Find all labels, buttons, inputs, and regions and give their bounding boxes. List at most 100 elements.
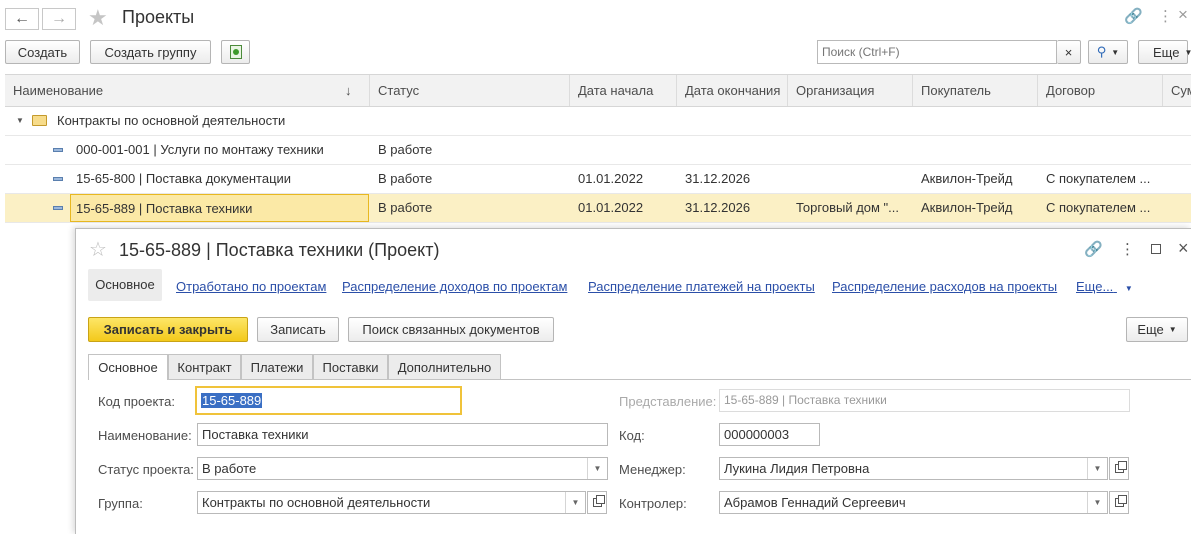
nav-main[interactable]: Основное xyxy=(88,269,162,301)
create-button[interactable]: Создать xyxy=(5,40,80,64)
controller-select[interactable]: Абрамов Геннадий Сергеевич ▼ xyxy=(719,491,1108,514)
tab-contract[interactable]: Контракт xyxy=(168,354,241,380)
row-start-date: 01.01.2022 xyxy=(578,200,644,215)
row-name: 000-001-001 | Услуги по монтажу техники xyxy=(76,142,324,157)
row-contract: С покупателем ... xyxy=(1046,200,1151,215)
page-title: Проекты xyxy=(122,7,195,27)
form-more-button[interactable]: Еще ▼ xyxy=(1126,317,1188,342)
more-button[interactable]: Еще ▼ xyxy=(1138,40,1191,64)
tab-deliveries[interactable]: Поставки xyxy=(313,354,388,380)
back-button[interactable]: ← xyxy=(5,8,39,30)
search-input[interactable] xyxy=(817,40,1057,64)
open-window-icon xyxy=(1114,495,1127,507)
chevron-down-icon[interactable]: ▼ xyxy=(587,458,607,479)
project-status-label: Статус проекта: xyxy=(98,462,194,477)
row-start-date: 01.01.2022 xyxy=(578,171,644,186)
nav-more[interactable]: Еще... ▼ xyxy=(1076,279,1133,294)
row-end-date: 31.12.2026 xyxy=(685,171,751,186)
search-related-docs-button[interactable]: Поиск связанных документов xyxy=(348,317,554,342)
chevron-down-icon[interactable]: ▼ xyxy=(1087,492,1107,513)
manager-open-button[interactable] xyxy=(1109,457,1129,480)
chevron-down-icon[interactable]: ▼ xyxy=(1087,458,1107,479)
table-header: Наименование ↓ Статус Дата начала Дата о… xyxy=(5,74,1191,107)
kebab-menu-icon[interactable]: ⋮ xyxy=(1120,240,1135,258)
column-header-start-date[interactable]: Дата начала xyxy=(570,75,677,106)
save-and-close-button[interactable]: Записать и закрыть xyxy=(88,317,248,342)
name-field[interactable]: Поставка техники xyxy=(197,423,608,446)
arrow-right-icon: → xyxy=(51,10,67,27)
project-status-select[interactable]: В работе ▼ xyxy=(197,457,608,480)
nav-link-expenses[interactable]: Распределение расходов на проекты xyxy=(832,279,1057,294)
row-contract: С покупателем ... xyxy=(1046,171,1151,186)
table-row[interactable]: 15-65-800 | Поставка документации В рабо… xyxy=(5,165,1191,194)
controller-open-button[interactable] xyxy=(1109,491,1129,514)
column-header-end-date[interactable]: Дата окончания xyxy=(677,75,788,106)
search-button[interactable]: ⚲ ▼ xyxy=(1088,40,1128,64)
project-code-field[interactable]: 15-65-889 xyxy=(195,386,462,415)
nav-link-payments[interactable]: Распределение платежей на проекты xyxy=(588,279,815,294)
column-header-contract[interactable]: Договор xyxy=(1038,75,1163,106)
kebab-menu-icon[interactable]: ⋮ xyxy=(1158,7,1173,25)
project-code-label: Код проекта: xyxy=(98,394,175,409)
open-window-icon xyxy=(592,495,605,507)
item-icon xyxy=(53,148,63,152)
name-label: Наименование: xyxy=(98,428,192,443)
project-form-window: ☆ 15-65-889 | Поставка техники (Проект) … xyxy=(75,228,1191,534)
favorite-star-icon[interactable]: ★ xyxy=(88,5,108,31)
column-header-status[interactable]: Статус xyxy=(370,75,570,106)
forward-button[interactable]: → xyxy=(42,8,76,30)
tab-additional[interactable]: Дополнительно xyxy=(388,354,501,380)
close-icon[interactable]: × xyxy=(1178,238,1189,259)
triangle-down-icon[interactable]: ▼ xyxy=(16,116,24,125)
row-buyer: Аквилон-Трейд xyxy=(921,200,1013,215)
row-status: В работе xyxy=(378,171,433,186)
search-clear-button[interactable]: × xyxy=(1057,40,1081,64)
group-select[interactable]: Контракты по основной деятельности ▼ xyxy=(197,491,586,514)
code-label: Код: xyxy=(619,428,645,443)
column-header-organization[interactable]: Организация xyxy=(788,75,913,106)
table-row[interactable]: 000-001-001 | Услуги по монтажу техники … xyxy=(5,136,1191,165)
column-header-buyer[interactable]: Покупатель xyxy=(913,75,1038,106)
close-icon[interactable]: × xyxy=(1178,5,1188,25)
maximize-icon[interactable] xyxy=(1151,244,1161,254)
open-window-icon xyxy=(1114,461,1127,473)
representation-label: Представление: xyxy=(619,394,717,409)
group-row[interactable]: ▼ Контракты по основной деятельности xyxy=(5,107,1191,136)
row-name: 15-65-800 | Поставка документации xyxy=(76,171,292,186)
column-header-sum[interactable]: Сум xyxy=(1163,75,1191,106)
tab-panel-border xyxy=(88,379,1191,380)
nav-link-income[interactable]: Распределение доходов по проектам xyxy=(342,279,567,294)
manager-select[interactable]: Лукина Лидия Петровна ▼ xyxy=(719,457,1108,480)
representation-field: 15-65-889 | Поставка техники xyxy=(719,389,1130,412)
folder-icon xyxy=(32,115,47,126)
tab-payments[interactable]: Платежи xyxy=(241,354,313,380)
add-copy-button[interactable] xyxy=(221,40,250,64)
chevron-down-icon[interactable]: ▼ xyxy=(565,492,585,513)
create-group-button[interactable]: Создать группу xyxy=(90,40,211,64)
row-name: 15-65-889 | Поставка техники xyxy=(70,194,369,222)
code-field[interactable]: 000000003 xyxy=(719,423,820,446)
item-icon xyxy=(53,177,63,181)
group-open-button[interactable] xyxy=(587,491,607,514)
document-add-icon xyxy=(229,45,242,59)
row-status: В работе xyxy=(378,200,433,215)
group-name: Контракты по основной деятельности xyxy=(57,113,286,128)
row-buyer: Аквилон-Трейд xyxy=(921,171,1013,186)
tab-main[interactable]: Основное xyxy=(88,354,168,380)
favorite-star-icon[interactable]: ☆ xyxy=(89,237,107,262)
link-icon[interactable]: 🔗 xyxy=(1084,240,1103,258)
table-row-selected[interactable]: 15-65-889 | Поставка техники В работе 01… xyxy=(5,194,1191,223)
nav-link-worked[interactable]: Отработано по проектам xyxy=(176,279,326,294)
search-icon: ⚲ xyxy=(1096,44,1107,59)
group-label: Группа: xyxy=(98,496,143,511)
link-icon[interactable]: 🔗 xyxy=(1124,7,1143,25)
manager-label: Менеджер: xyxy=(619,462,686,477)
form-title: 15-65-889 | Поставка техники (Проект) xyxy=(119,240,440,260)
item-icon xyxy=(53,206,63,210)
row-status: В работе xyxy=(378,142,433,157)
save-button[interactable]: Записать xyxy=(257,317,339,342)
arrow-left-icon: ← xyxy=(14,10,30,27)
column-header-name[interactable]: Наименование ↓ xyxy=(5,75,370,106)
controller-label: Контролер: xyxy=(619,496,687,511)
row-end-date: 31.12.2026 xyxy=(685,200,751,215)
